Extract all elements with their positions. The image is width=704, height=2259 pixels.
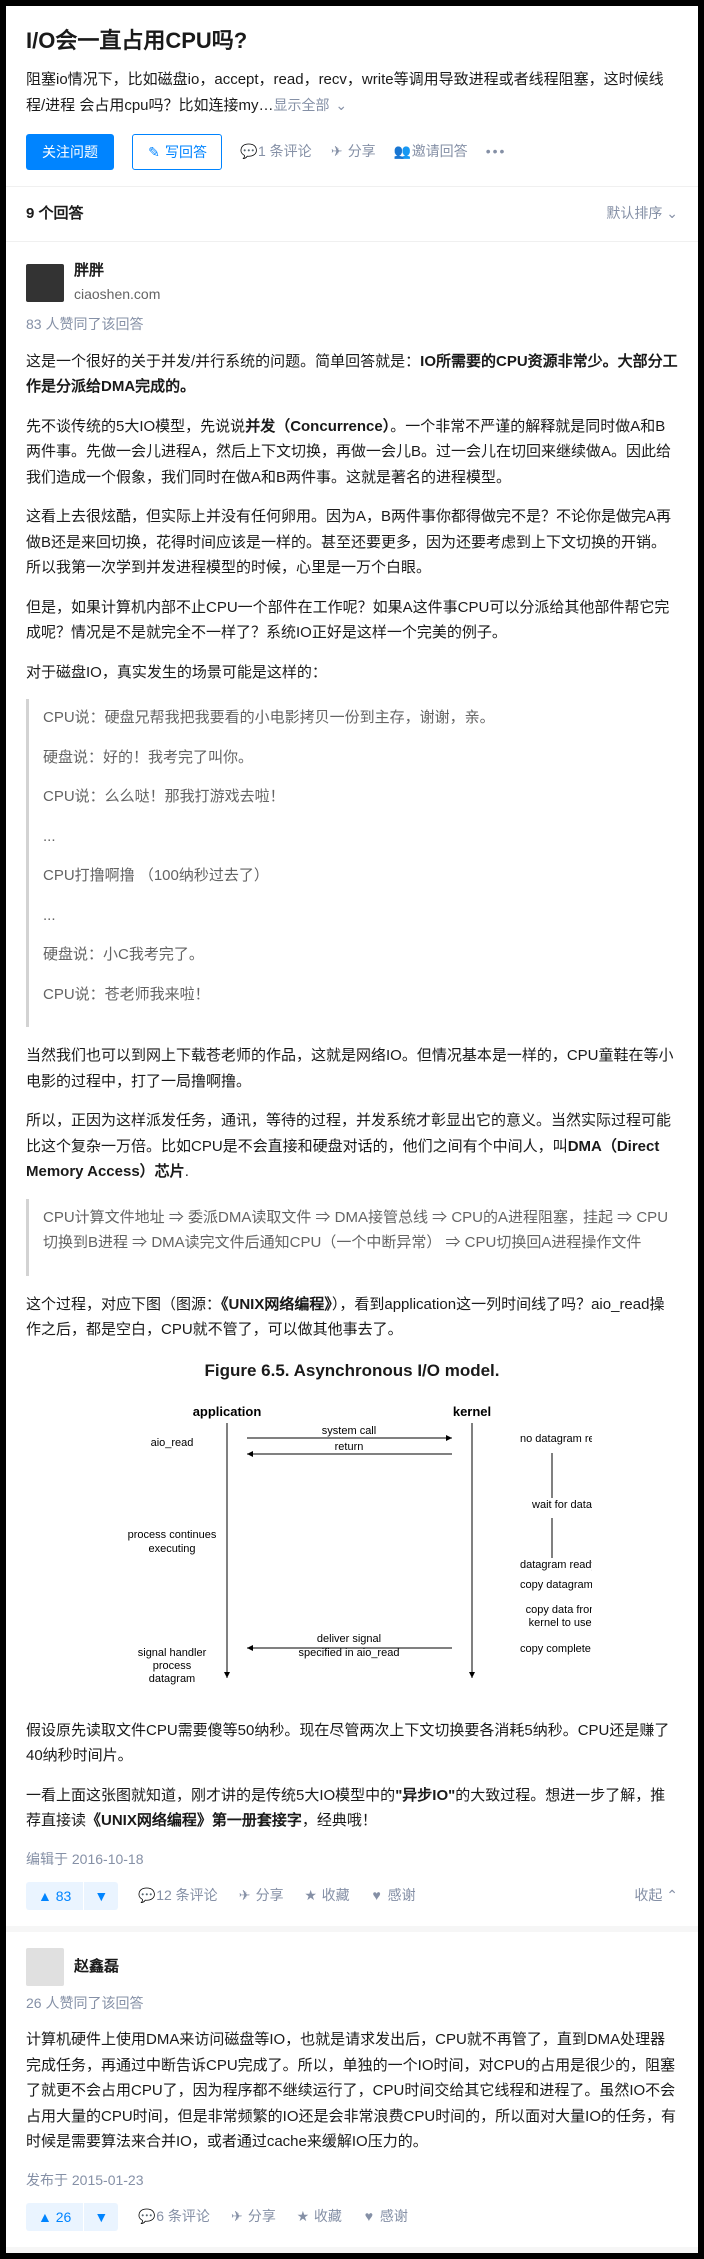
upvote-button[interactable]: ▲ 26 [26,2203,83,2231]
comment-icon: 💬 [240,140,254,164]
comment-icon: 💬 [138,1884,152,1908]
heart-icon: ♥ [370,1884,384,1908]
share-link[interactable]: ✈分享 [230,2205,276,2229]
star-icon: ★ [304,1884,318,1908]
svg-text:datagram ready: datagram ready [520,1559,592,1571]
svg-text:no datagram ready: no datagram ready [520,1433,592,1445]
svg-text:kernel to user: kernel to user [529,1617,592,1629]
follow-button[interactable]: 关注问题 [26,134,114,170]
svg-text:application: application [193,1404,262,1419]
svg-text:aio_read: aio_read [151,1437,194,1449]
svg-text:deliver signal: deliver signal [317,1633,381,1645]
thank-link[interactable]: ♥感谢 [370,1884,416,1908]
comment-icon: 💬 [138,2205,152,2229]
svg-text:system call: system call [322,1425,376,1437]
comments-link[interactable]: 💬1 条评论 [240,140,312,164]
downvote-button[interactable]: ▼ [84,2203,118,2231]
svg-text:copy complete: copy complete [520,1643,591,1655]
upvote-button[interactable]: ▲ 83 [26,1882,83,1910]
svg-text:executing: executing [148,1543,195,1555]
svg-text:copy datagram: copy datagram [520,1579,592,1591]
question-title: I/O会一直占用CPU吗? [26,22,678,59]
avatar[interactable] [26,264,64,302]
upvote-count: 26 人赞同了该回答 [26,1992,678,2016]
svg-text:process continues: process continues [128,1529,217,1541]
heart-icon: ♥ [362,2205,376,2229]
svg-text:signal handler: signal handler [138,1647,207,1659]
author-name[interactable]: 赵鑫磊 [74,1954,119,1980]
share-icon: ✈ [238,1884,252,1908]
thank-link[interactable]: ♥感谢 [362,2205,408,2229]
star-icon: ★ [296,2205,310,2229]
invite-icon: 👥 [394,140,408,164]
share-link[interactable]: ✈分享 [238,1884,284,1908]
svg-text:datagram: datagram [149,1673,195,1685]
chevron-down-icon: ⌄ [335,97,347,113]
favorite-link[interactable]: ★收藏 [296,2205,342,2229]
write-answer-button[interactable]: ✎写回答 [132,134,222,170]
pencil-icon: ✎ [147,144,161,161]
svg-text:kernel: kernel [453,1404,491,1419]
answer-item: 胖胖 ciaoshen.com 83 人赞同了该回答 这是一个很好的关于并发/并… [6,242,698,1932]
favorite-link[interactable]: ★收藏 [304,1884,350,1908]
collapse-link[interactable]: 收起 ⌃ [634,1884,678,1908]
answer-content: 这是一个很好的关于并发/并行系统的问题。简单回答就是：IO所需要的CPU资源非常… [26,349,678,1834]
figure-async-io: Figure 6.5. Asynchronous I/O model. appl… [26,1357,678,1698]
chevron-up-icon: ⌃ [666,1887,678,1903]
share-icon: ✈ [230,2205,244,2229]
share-link[interactable]: ✈分享 [330,140,376,164]
upvote-count: 83 人赞同了该回答 [26,313,678,337]
svg-text:specified in aio_read: specified in aio_read [299,1647,400,1659]
chevron-down-icon: ⌄ [666,205,678,221]
comments-link[interactable]: 💬6 条评论 [138,2205,210,2229]
edited-date: 编辑于 2016-10-18 [26,1848,678,1872]
show-all-link[interactable]: 显示全部 ⌄ [274,97,348,113]
svg-text:copy data from: copy data from [526,1604,592,1616]
svg-text:process: process [153,1660,192,1672]
svg-text:wait for data: wait for data [531,1499,592,1511]
quote-block: CPU说：硬盘兄帮我把我要看的小电影拷贝一份到主存，谢谢，亲。硬盘说：好的！我考… [26,699,678,1027]
invite-link[interactable]: 👥邀请回答 [394,140,468,164]
question-body: 阻塞io情况下，比如磁盘io，accept，read，recv，write等调用… [26,67,678,118]
author-name[interactable]: 胖胖 [74,258,160,284]
svg-text:return: return [335,1441,364,1453]
answers-count: 9 个回答 [26,201,84,227]
share-icon: ✈ [330,140,344,164]
comments-link[interactable]: 💬12 条评论 [138,1884,217,1908]
sort-dropdown[interactable]: 默认排序 ⌄ [606,202,678,226]
avatar[interactable] [26,1948,64,1986]
answer-item: 赵鑫磊 26 人赞同了该回答 计算机硬件上使用DMA来访问磁盘等IO，也就是请求… [6,1932,698,2253]
answer-content: 计算机硬件上使用DMA来访问磁盘等IO，也就是请求发出后，CPU就不再管了，直到… [26,2027,678,2155]
author-bio: ciaoshen.com [74,283,160,307]
quote-block: CPU计算文件地址 ⇒ 委派DMA读取文件 ⇒ DMA接管总线 ⇒ CPU的A进… [26,1199,678,1276]
more-icon[interactable]: ••• [486,140,507,164]
downvote-button[interactable]: ▼ [84,1882,118,1910]
posted-date: 发布于 2015-01-23 [26,2169,678,2193]
